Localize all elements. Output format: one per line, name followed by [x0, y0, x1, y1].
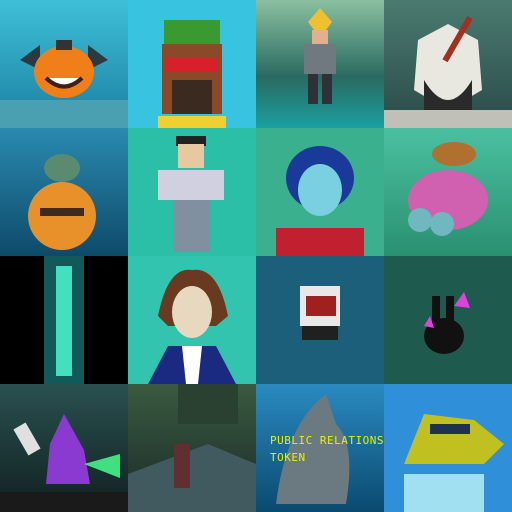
tile-bedroom-scene[interactable]	[128, 384, 256, 512]
tile-woman-ushanka[interactable]	[128, 256, 256, 384]
tile-burger-frog[interactable]	[384, 128, 512, 256]
tile-pixel-strawberry-face[interactable]	[128, 0, 256, 128]
tile-turtle-robot[interactable]	[0, 128, 128, 256]
tile-alien-helmet[interactable]	[256, 128, 384, 256]
tile-shark[interactable]: PUBLIC RELATIONS TOKEN	[256, 384, 384, 512]
tile-beam-figure[interactable]	[0, 256, 128, 384]
tile-wolf-axe[interactable]	[384, 0, 512, 128]
tile-voxel-dog[interactable]	[256, 256, 384, 384]
tile-crystal-rabbit[interactable]	[384, 256, 512, 384]
tile-pixel-wizard[interactable]	[0, 384, 128, 512]
tile-armored-warrior[interactable]	[256, 0, 384, 128]
tile-pumpkin-bat[interactable]	[0, 0, 128, 128]
image-grid: PUBLIC RELATIONS TOKEN	[0, 0, 512, 512]
tile-caption: PUBLIC RELATIONS TOKEN	[270, 434, 384, 464]
tile-crocodile-sunglasses[interactable]	[384, 384, 512, 512]
tile-pixel-man[interactable]	[128, 128, 256, 256]
